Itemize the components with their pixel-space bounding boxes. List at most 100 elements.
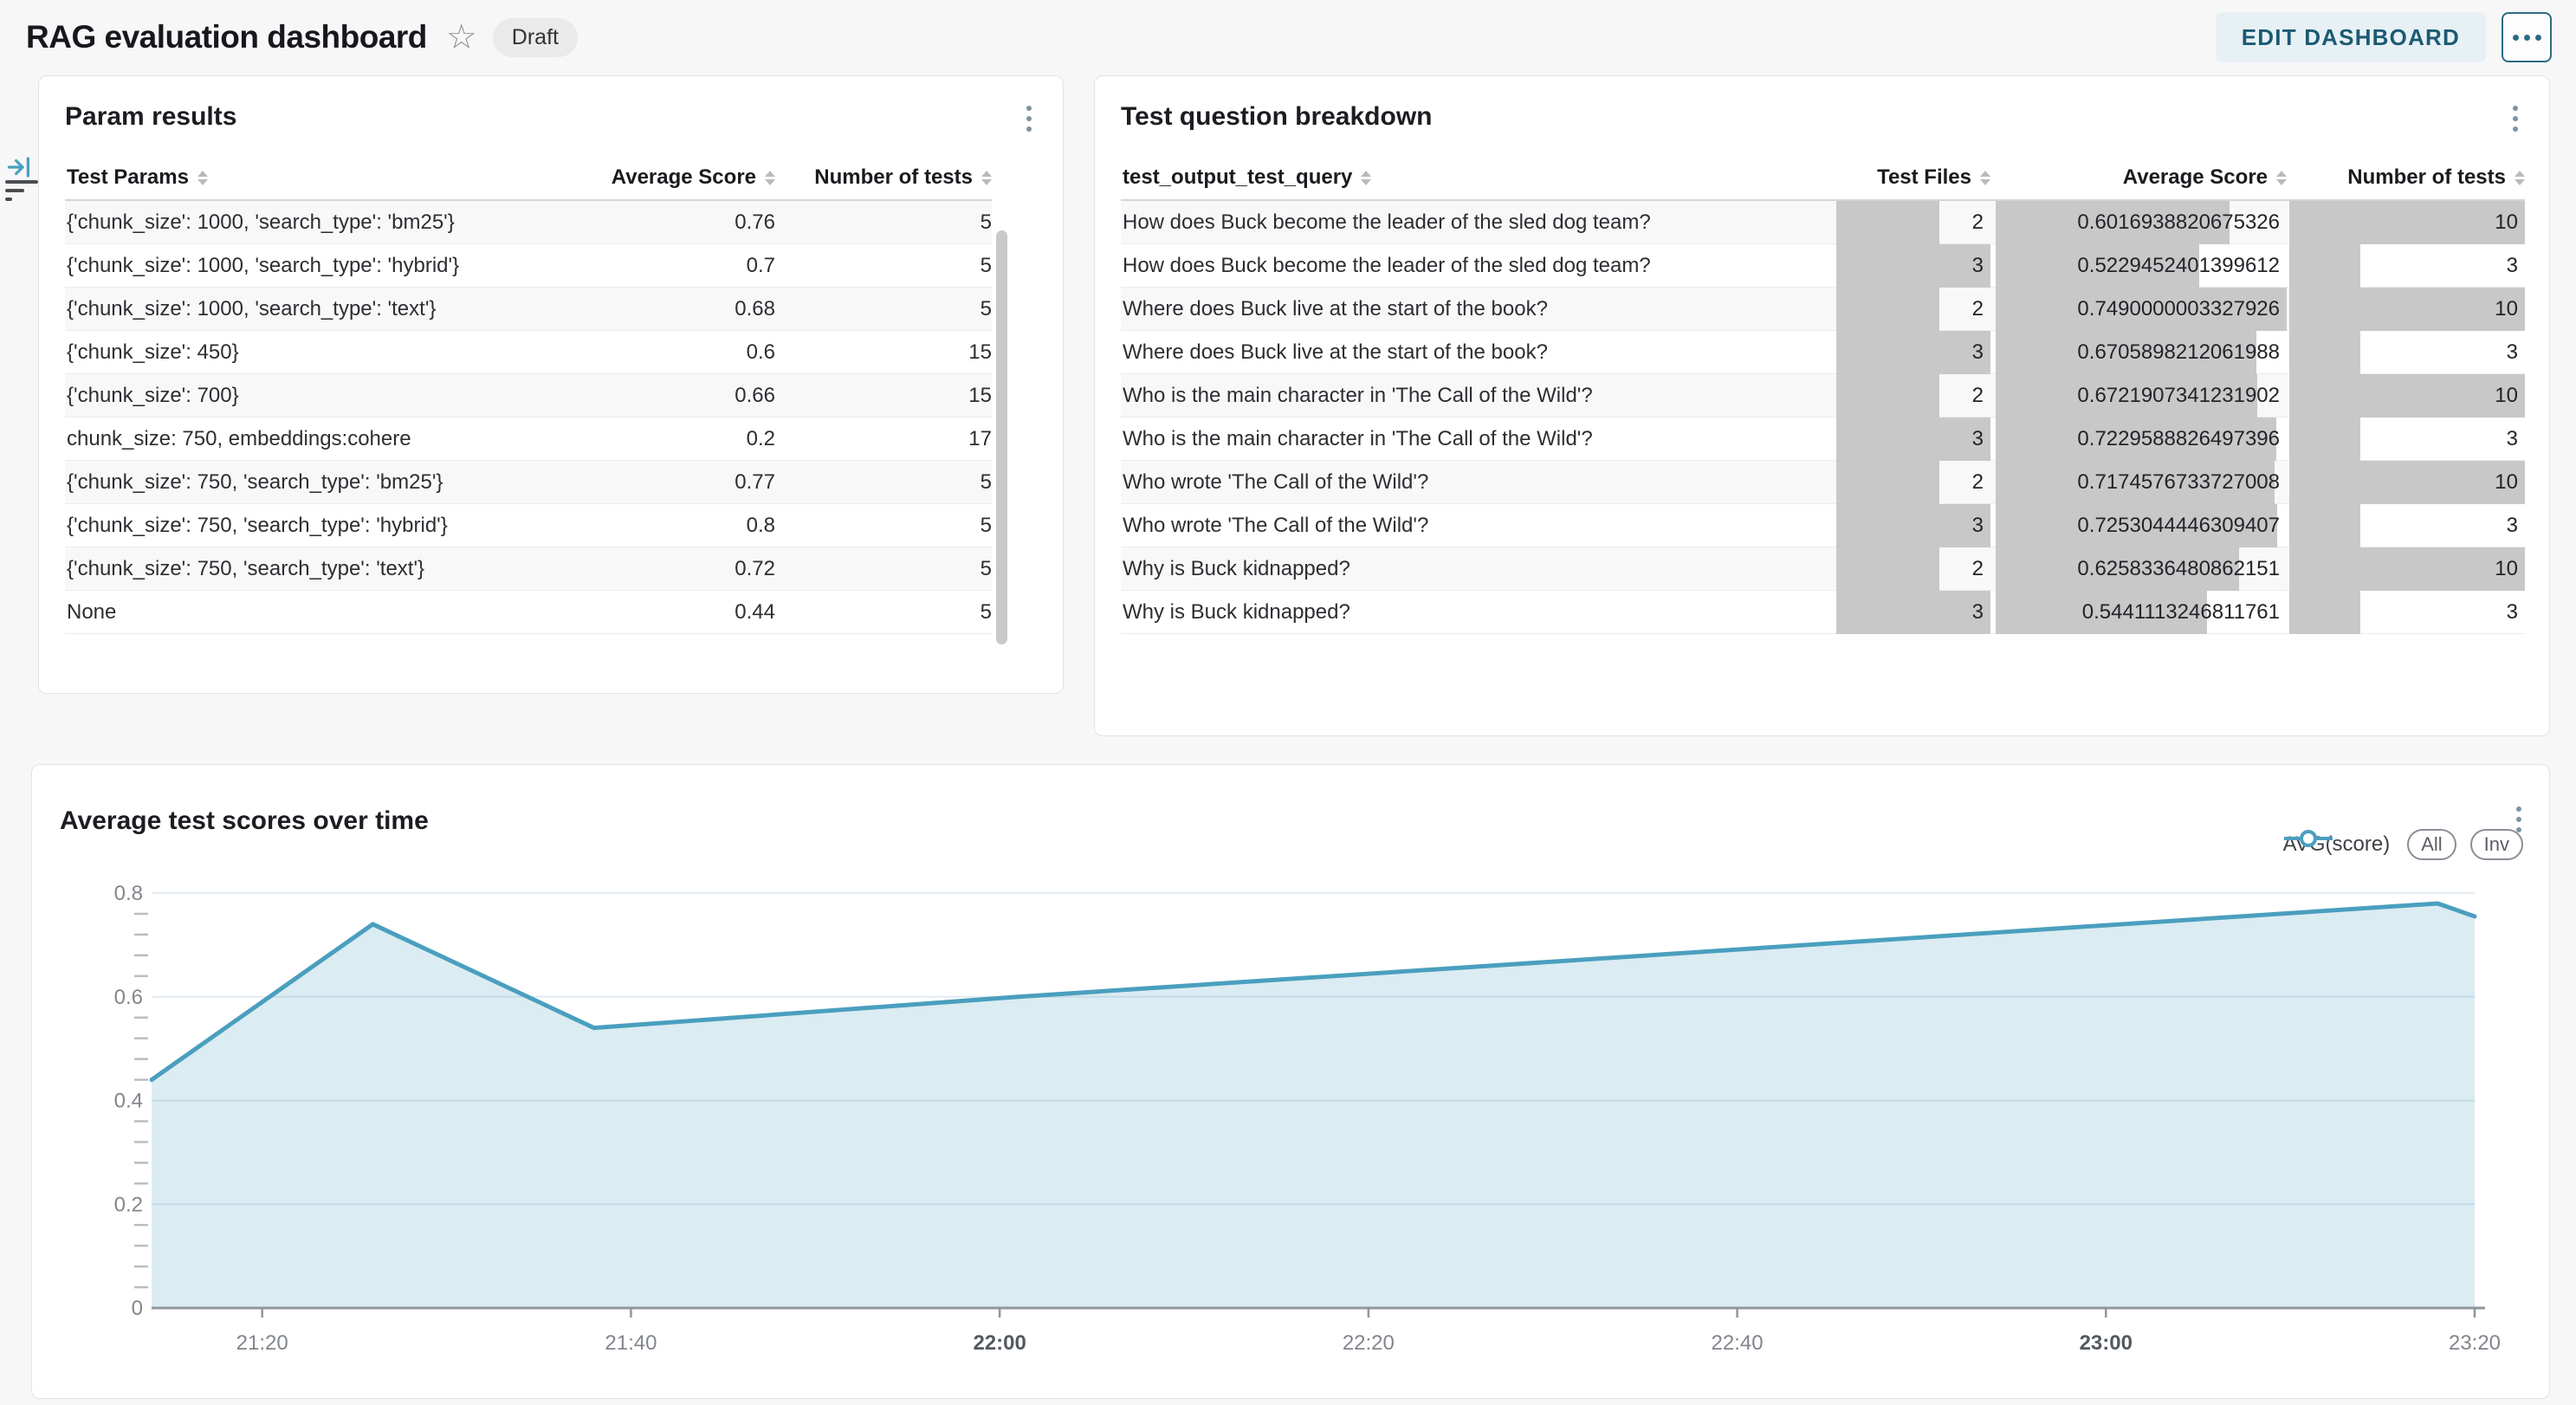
cell-value: 0.5229452401399612	[1989, 244, 2280, 288]
column-header-average-score[interactable]: Average Score	[554, 165, 775, 190]
cell-value: 3	[1829, 331, 1984, 374]
cell-value: 0.6016938820675326	[1989, 201, 2280, 244]
cell-average-score: 0.72	[554, 557, 775, 581]
cell-average-score: 0.2	[554, 427, 775, 451]
table-scrollbar[interactable]	[996, 230, 1007, 644]
cell-number-of-tests: 5	[775, 254, 992, 278]
cell-number-of-tests: 17	[775, 427, 992, 451]
cell-value: 3	[1829, 244, 1984, 288]
cell-number-of-tests: 5	[775, 210, 992, 235]
cell-value: 0.7174576733727008	[1989, 461, 2280, 504]
table-row: {'chunk_size': 750, 'search_type': 'text…	[65, 547, 992, 591]
kebab-menu-icon[interactable]	[2508, 102, 2523, 135]
cell-average-score: 0.7174576733727008	[1996, 461, 2287, 504]
chart-card: Average test scores over time AVG(score)…	[31, 764, 2550, 1399]
svg-text:22:00: 22:00	[973, 1331, 1026, 1355]
cell-value: 0.5441113246811761	[1989, 591, 2280, 634]
column-header-query[interactable]: test_output_test_query	[1121, 165, 1836, 190]
cell-value: 3	[2282, 418, 2518, 461]
cell-average-score: 0.6258336480862151	[1996, 547, 2287, 591]
cell-value: 0.7229588826497396	[1989, 418, 2280, 461]
column-header-number-of-tests[interactable]: Number of tests	[775, 165, 992, 190]
table-row: Why is Buck kidnapped?20.625833648086215…	[1121, 547, 2525, 591]
cell-test-files: 3	[1836, 504, 1990, 547]
cell-test-files: 3	[1836, 591, 1990, 634]
table-header-row: Test Params Average Score Number of test…	[65, 156, 992, 201]
table-row: {'chunk_size': 450}0.615	[65, 331, 992, 374]
table-row: Where does Buck live at the start of the…	[1121, 331, 2525, 374]
cell-number-of-tests: 3	[2289, 418, 2525, 461]
cell-value: 10	[2282, 288, 2518, 331]
table-row: chunk_size: 750, embeddings:cohere0.217	[65, 418, 992, 461]
cell-value: 2	[1829, 461, 1984, 504]
table-row: How does Buck become the leader of the s…	[1121, 244, 2525, 288]
svg-text:23:00: 23:00	[2080, 1331, 2133, 1355]
more-options-button[interactable]	[2502, 12, 2552, 62]
cell-value: 10	[2282, 374, 2518, 418]
sort-icon	[1361, 171, 1371, 185]
filter-icon[interactable]	[5, 180, 40, 206]
param-results-card: Param results Test Params Average Score …	[38, 75, 1064, 694]
cell-number-of-tests: 3	[2289, 591, 2525, 634]
expand-panel-icon[interactable]	[7, 154, 33, 180]
cell-number-of-tests: 5	[775, 470, 992, 495]
column-header-test-files[interactable]: Test Files	[1836, 165, 1990, 190]
svg-text:0: 0	[132, 1297, 143, 1320]
cell-query: Who is the main character in 'The Call o…	[1121, 427, 1836, 451]
cell-number-of-tests: 5	[775, 514, 992, 538]
cell-value: 0.6705898212061988	[1989, 331, 2280, 374]
cell-query: Where does Buck live at the start of the…	[1121, 297, 1836, 321]
cell-average-score: 0.7253044446309407	[1996, 504, 2287, 547]
cell-value: 0.7253044446309407	[1989, 504, 2280, 547]
cell-value: 3	[1829, 504, 1984, 547]
cell-test-params: {'chunk_size': 750, 'search_type': 'text…	[65, 557, 554, 581]
table-row: Who is the main character in 'The Call o…	[1121, 418, 2525, 461]
cell-number-of-tests: 10	[2289, 288, 2525, 331]
cell-value: 10	[2282, 201, 2518, 244]
edit-dashboard-button[interactable]: EDIT DASHBOARD	[2216, 12, 2486, 62]
cell-number-of-tests: 10	[2289, 547, 2525, 591]
line-chart[interactable]: 00.20.40.60.821:2021:4022:0022:2022:4023…	[32, 765, 2551, 1400]
cell-average-score: 0.77	[554, 470, 775, 495]
cell-value: 10	[2282, 461, 2518, 504]
table-row: Who wrote 'The Call of the Wild'?20.7174…	[1121, 461, 2525, 504]
cell-value: 2	[1829, 201, 1984, 244]
cell-test-params: None	[65, 600, 554, 625]
cell-query: Where does Buck live at the start of the…	[1121, 340, 1836, 365]
cell-test-params: {'chunk_size': 1000, 'search_type': 'bm2…	[65, 210, 554, 235]
cell-test-files: 2	[1836, 547, 1990, 591]
cell-value: 3	[2282, 244, 2518, 288]
cell-test-files: 2	[1836, 374, 1990, 418]
svg-text:0.6: 0.6	[114, 986, 143, 1009]
page-header: RAG evaluation dashboard ☆ Draft EDIT DA…	[0, 0, 2576, 74]
favorite-star-icon[interactable]: ☆	[446, 20, 477, 55]
kebab-menu-icon[interactable]	[1021, 102, 1037, 135]
cell-number-of-tests: 3	[2289, 504, 2525, 547]
cell-test-files: 3	[1836, 244, 1990, 288]
cell-test-files: 2	[1836, 461, 1990, 504]
cell-query: How does Buck become the leader of the s…	[1121, 210, 1836, 235]
cell-query: Why is Buck kidnapped?	[1121, 557, 1836, 581]
cell-test-files: 3	[1836, 331, 1990, 374]
cell-average-score: 0.7229588826497396	[1996, 418, 2287, 461]
cell-number-of-tests: 15	[775, 340, 992, 365]
table-row: Why is Buck kidnapped?30.544111324681176…	[1121, 591, 2525, 634]
cell-value: 2	[1829, 547, 1984, 591]
sort-icon	[2515, 171, 2525, 185]
table-row: Who wrote 'The Call of the Wild'?30.7253…	[1121, 504, 2525, 547]
column-header-test-params[interactable]: Test Params	[65, 165, 554, 190]
cell-number-of-tests: 3	[2289, 244, 2525, 288]
cell-value: 3	[2282, 504, 2518, 547]
svg-text:22:20: 22:20	[1343, 1331, 1395, 1355]
table-row: {'chunk_size': 1000, 'search_type': 'tex…	[65, 288, 992, 331]
table-header-row: test_output_test_query Test Files Averag…	[1121, 156, 2525, 201]
cell-average-score: 0.7490000003327926	[1996, 288, 2287, 331]
cell-average-score: 0.6705898212061988	[1996, 331, 2287, 374]
column-header-average-score[interactable]: Average Score	[1996, 165, 2287, 190]
sort-icon	[765, 171, 775, 185]
cell-test-files: 3	[1836, 418, 1990, 461]
cell-test-params: {'chunk_size': 750, 'search_type': 'hybr…	[65, 514, 554, 538]
cell-test-params: {'chunk_size': 700}	[65, 384, 554, 408]
column-header-number-of-tests[interactable]: Number of tests	[2289, 165, 2525, 190]
cell-test-files: 2	[1836, 288, 1990, 331]
